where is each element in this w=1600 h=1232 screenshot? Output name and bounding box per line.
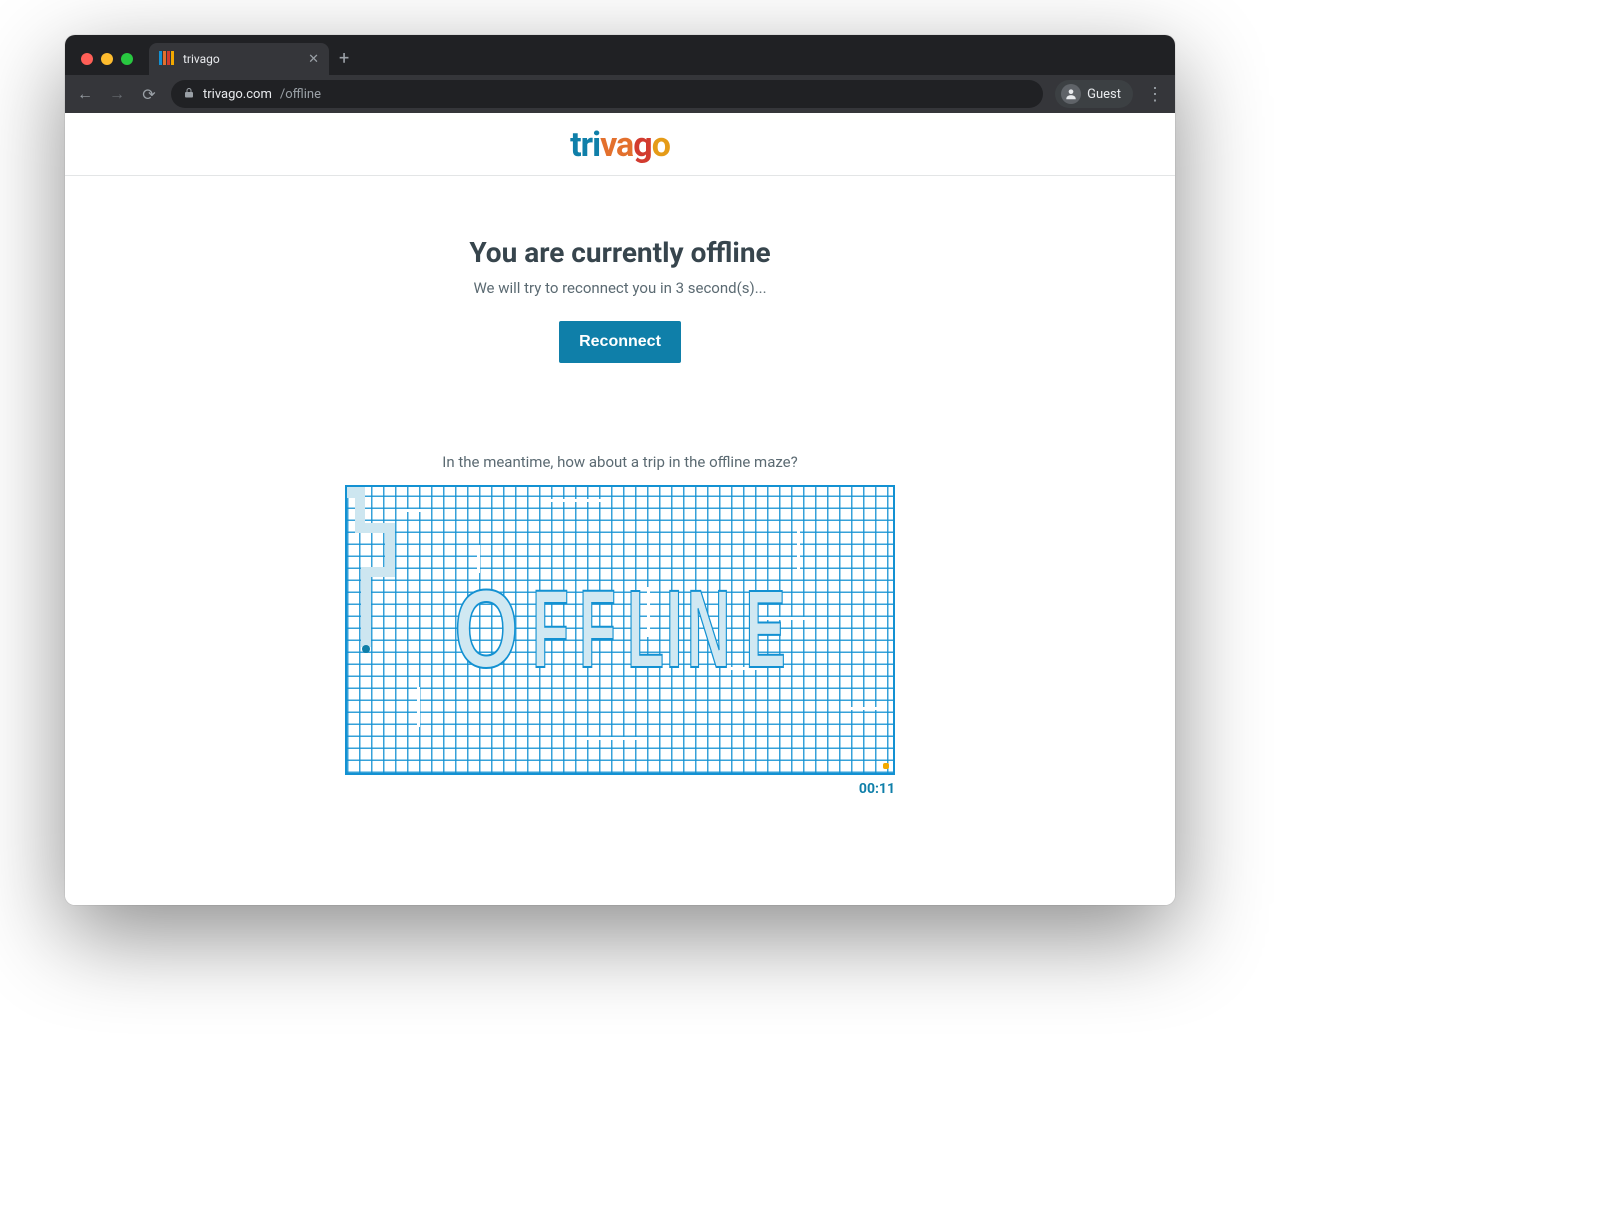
maze-timer: 00:11 xyxy=(345,781,895,797)
maze-word: OFFLINE xyxy=(347,487,893,773)
address-bar: ← → ⟳ trivago.com/offline Guest ⋮ xyxy=(65,75,1175,113)
avatar-icon xyxy=(1061,84,1081,104)
url-domain: trivago.com xyxy=(203,87,272,102)
window-controls xyxy=(73,53,143,75)
maze-gap xyxy=(647,587,650,637)
offline-message: We will try to reconnect you in 3 second… xyxy=(85,279,1155,297)
maze-intro-text: In the meantime, how about a trip in the… xyxy=(65,453,1175,471)
reconnect-button[interactable]: Reconnect xyxy=(559,321,681,363)
maze-letter: I xyxy=(666,575,685,685)
menu-button[interactable]: ⋮ xyxy=(1145,84,1165,105)
maze-gap xyxy=(797,527,800,573)
browser-window: trivago ✕ + ← → ⟳ trivago.com/offline Gu… xyxy=(65,35,1175,905)
profile-button[interactable]: Guest xyxy=(1055,80,1133,108)
window-zoom-button[interactable] xyxy=(121,53,133,65)
window-close-button[interactable] xyxy=(81,53,93,65)
reload-button[interactable]: ⟳ xyxy=(139,85,159,104)
tab-title: trivago xyxy=(183,52,300,66)
maze-gap xyxy=(587,737,647,740)
maze-gap xyxy=(547,499,607,502)
maze-gap xyxy=(407,509,431,512)
logo-part: g xyxy=(633,125,651,165)
forward-button[interactable]: → xyxy=(107,84,127,104)
maze-player xyxy=(362,645,370,653)
offline-heading: You are currently offline xyxy=(85,236,1155,269)
lock-icon xyxy=(183,87,195,102)
maze-letter: F xyxy=(580,575,619,685)
url-path: /offline xyxy=(280,87,321,102)
maze-goal xyxy=(883,763,889,769)
offline-maze[interactable]: OFFLINE xyxy=(345,485,895,775)
offline-panel: You are currently offline We will try to… xyxy=(65,176,1175,383)
back-button[interactable]: ← xyxy=(75,84,95,104)
maze-gap xyxy=(847,707,883,710)
maze-gap xyxy=(727,667,767,670)
maze-gap xyxy=(417,687,420,727)
tab-bar: trivago ✕ + xyxy=(65,35,1175,75)
new-tab-button[interactable]: + xyxy=(329,48,359,75)
logo-part: va xyxy=(600,125,633,165)
site-header: trivago xyxy=(65,113,1175,176)
trivago-logo: trivago xyxy=(570,125,670,165)
maze-gap xyxy=(477,545,480,573)
maze-trail xyxy=(361,567,371,647)
url-input[interactable]: trivago.com/offline xyxy=(171,80,1043,108)
tab-close-button[interactable]: ✕ xyxy=(308,53,319,66)
favicon-icon xyxy=(159,51,175,67)
maze-letter: O xyxy=(454,575,521,685)
window-minimize-button[interactable] xyxy=(101,53,113,65)
logo-part: o xyxy=(652,125,670,165)
browser-chrome: trivago ✕ + ← → ⟳ trivago.com/offline Gu… xyxy=(65,35,1175,113)
browser-tab[interactable]: trivago ✕ xyxy=(149,43,329,75)
maze-gap xyxy=(757,617,807,620)
maze-letter: F xyxy=(532,575,571,685)
logo-part: tri xyxy=(570,125,600,165)
profile-label: Guest xyxy=(1087,87,1121,102)
page-content: trivago You are currently offline We wil… xyxy=(65,113,1175,905)
maze-container: OFFLINE 00:11 xyxy=(345,485,895,797)
